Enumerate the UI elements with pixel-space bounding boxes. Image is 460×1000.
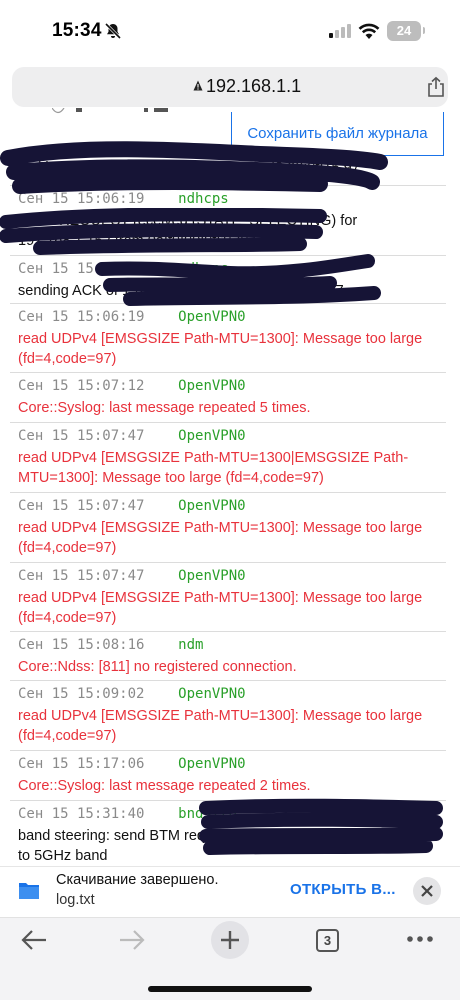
divider — [10, 680, 446, 681]
log-message: read UDPv4 [EMSGSIZE Path-MTU=1300]: Mes… — [18, 708, 423, 744]
close-button[interactable] — [413, 877, 441, 905]
divider — [10, 372, 446, 373]
log-message: read UDPv4 [EMSGSIZE Path-MTU=1300]: Mes… — [18, 331, 423, 367]
log-meta: Сен 15 15:31:40 bndstrg — [18, 806, 460, 826]
log-entry: Сен 15 15:08:16 ndm Core::Ndss: [811] no… — [0, 637, 460, 677]
divider — [10, 562, 446, 563]
log-meta: Сен 15 15:17:06 OpenVPN0 — [18, 756, 460, 776]
log-service: OpenVPN0 — [178, 428, 246, 444]
log-timestamp: Сен 15 15:07:12 — [18, 378, 145, 394]
log-entry: Сен 15 15:07:12 OpenVPN0 Core::Syslog: l… — [0, 378, 460, 418]
log-entry: Сен 15 15:17:06 OpenVPN0 Core::Syslog: l… — [0, 756, 460, 796]
top-fragment — [52, 108, 168, 114]
log-service: OpenVPN0 — [178, 378, 246, 394]
new-tab-button[interactable] — [211, 921, 249, 959]
log-timestamp: Сен 15 15:07:47 — [18, 498, 145, 514]
divider — [10, 492, 446, 493]
signal-icon — [329, 24, 351, 38]
log-service: OpenVPN0 — [178, 498, 246, 514]
log-meta: Сен 15 15:08:16 ndm — [18, 637, 460, 657]
log-content[interactable]: Сохранить файл журнала making OFFER of 1… — [0, 108, 460, 888]
log-service: OpenVPN0 — [178, 756, 246, 772]
log-entry: Сен 15 15:07:47 OpenVPN0 read UDPv4 [EMS… — [0, 498, 460, 558]
tabs-icon[interactable]: 3 — [316, 929, 339, 952]
log-service: ndhcps — [178, 261, 229, 277]
divider — [10, 185, 446, 186]
divider — [10, 255, 446, 256]
back-arrow-icon[interactable] — [20, 929, 48, 951]
divider — [10, 750, 446, 751]
bell-slash-icon — [104, 22, 122, 40]
share-icon[interactable] — [425, 76, 447, 98]
log-timestamp: Сен 15 15:17:06 — [18, 756, 145, 772]
status-bar: 15:34 24 — [0, 0, 460, 60]
divider — [10, 631, 446, 632]
wifi-icon — [358, 23, 380, 39]
log-timestamp: Сен 15 15:08:16 — [18, 637, 145, 653]
download-filename: log.txt — [56, 892, 95, 908]
battery-tip — [423, 27, 425, 34]
log-timestamp: Сен 15 15:09:02 — [18, 686, 145, 702]
log-timestamp: Сен 15 15:06:19 — [18, 191, 145, 207]
lock-icon — [193, 80, 203, 91]
log-meta: Сен 15 15:06:19 ndhcps — [18, 191, 460, 211]
log-message: making OFFER of 192.168.1.152 to 0a:f9:9… — [18, 160, 364, 176]
log-service: ndm — [178, 637, 204, 653]
log-meta: Сен 15 15:07:47 OpenVPN0 — [18, 428, 460, 448]
log-message: Core::Syslog: last message repeated 5 ti… — [18, 400, 311, 416]
more-icon[interactable] — [406, 932, 434, 946]
log-message: Core::Syslog: last message repeated 2 ti… — [18, 778, 311, 794]
log-message: sending ACK of 192.168.1.152 to 0a:f9:90… — [18, 283, 348, 299]
log-entry: Сен 15 15:06:19 ndhcps DHCPREQUEST recei… — [0, 191, 460, 251]
log-meta: Сен 15 15:06:19 OpenVPN0 — [18, 309, 460, 329]
log-meta: Сен 15 15:06:19 ndhcps — [18, 261, 460, 281]
download-status: Скачивание завершено. — [56, 872, 219, 888]
log-service: OpenVPN0 — [178, 686, 246, 702]
log-message: read UDPv4 [EMSGSIZE Path-MTU=1300|EMSGS… — [18, 450, 409, 486]
home-indicator[interactable] — [148, 986, 312, 992]
log-timestamp: Сен 15 15:07:47 — [18, 568, 145, 584]
log-message: DHCPREQUEST received (STATE_SELECTING) f… — [18, 213, 358, 249]
log-message: read UDPv4 [EMSGSIZE Path-MTU=1300]: Mes… — [18, 520, 423, 556]
log-entry: Сен 15 15:06:19 ndhcps sending ACK of 19… — [0, 261, 460, 301]
battery-indicator: 24 — [387, 21, 421, 41]
log-timestamp: Сен 15 15:07:47 — [18, 428, 145, 444]
log-entry: Сен 15 15:06:19 OpenVPN0 read UDPv4 [EMS… — [0, 309, 460, 369]
divider — [10, 303, 446, 304]
log-message: read UDPv4 [EMSGSIZE Path-MTU=1300]: Mes… — [18, 590, 423, 626]
log-service: ndhcps — [178, 191, 229, 207]
log-meta: Сен 15 15:07:12 OpenVPN0 — [18, 378, 460, 398]
plus-icon — [221, 931, 239, 949]
log-entry: Сен 15 15:07:47 OpenVPN0 read UDPv4 [EMS… — [0, 568, 460, 628]
file-icon — [19, 883, 39, 899]
divider — [10, 422, 446, 423]
log-service: bndstrg — [178, 806, 238, 822]
close-icon — [421, 885, 433, 897]
log-meta: Сен 15 15:07:47 OpenVPN0 — [18, 498, 460, 518]
save-log-button[interactable]: Сохранить файл журнала — [231, 112, 444, 156]
log-meta: Сен 15 15:07:47 OpenVPN0 — [18, 568, 460, 588]
log-message: Core::Ndss: [811] no registered connecti… — [18, 659, 297, 675]
log-entry: Сен 15 15:31:40 bndstrg band steering: s… — [0, 806, 460, 866]
log-entry: Сен 15 15:09:02 OpenVPN0 read UDPv4 [EMS… — [0, 686, 460, 746]
bottom-toolbar: 3 — [0, 917, 460, 1000]
divider — [10, 800, 446, 801]
log-timestamp: Сен 15 15:31:40 — [18, 806, 145, 822]
log-timestamp: Сен 15 15:06:19 — [18, 261, 145, 277]
log-meta: Сен 15 15:09:02 OpenVPN0 — [18, 686, 460, 706]
address-bar[interactable]: 192.168.1.1 — [12, 67, 448, 107]
log-timestamp: Сен 15 15:06:19 — [18, 309, 145, 325]
log-service: OpenVPN0 — [178, 568, 246, 584]
log-message: band steering: send BTM request to 5c:c3… — [18, 828, 422, 864]
forward-arrow-icon[interactable] — [118, 929, 146, 951]
address-url[interactable]: 192.168.1.1 — [206, 76, 301, 97]
log-entry: Сен 15 15:07:47 OpenVPN0 read UDPv4 [EMS… — [0, 428, 460, 488]
open-in-button[interactable]: ОТКРЫТЬ В... — [290, 881, 396, 898]
log-service: OpenVPN0 — [178, 309, 246, 325]
download-notification: Скачивание завершено. log.txt ОТКРЫТЬ В.… — [0, 866, 460, 916]
log-entry: making OFFER of 192.168.1.152 to 0a:f9:9… — [0, 158, 460, 178]
status-time: 15:34 — [52, 20, 102, 41]
